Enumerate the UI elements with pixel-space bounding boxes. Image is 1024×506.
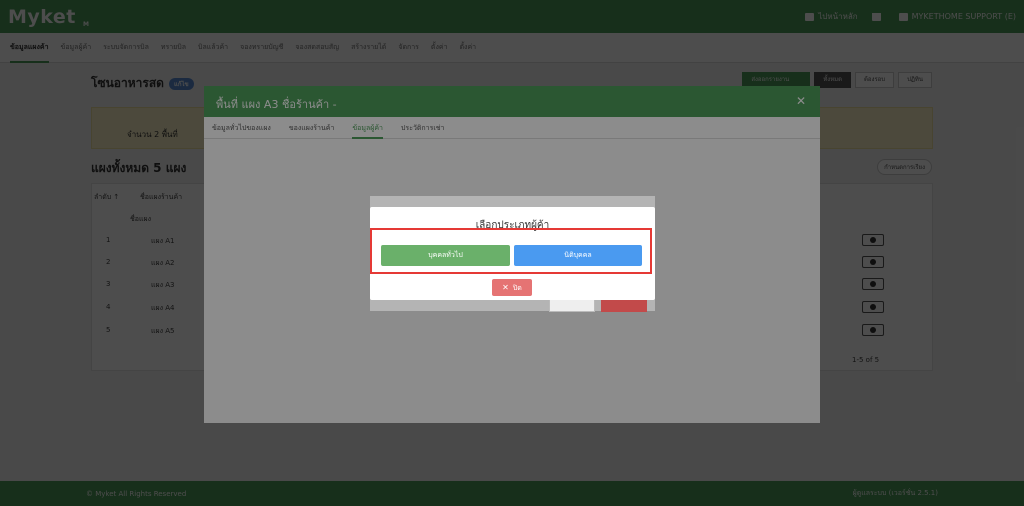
app-root: Myket M ไปหน้าหลัก MYKETHOME SUPPORT (E)… <box>0 0 1024 506</box>
close-icon: ✕ <box>502 283 509 292</box>
dimmed-button <box>601 298 647 312</box>
close-dialog-button[interactable]: ✕ ปิด <box>492 279 532 296</box>
individual-button[interactable]: บุคคลทั่วไป <box>381 245 510 266</box>
company-button[interactable]: นิติบุคคล <box>514 245 642 266</box>
dimmed-button <box>549 298 595 312</box>
